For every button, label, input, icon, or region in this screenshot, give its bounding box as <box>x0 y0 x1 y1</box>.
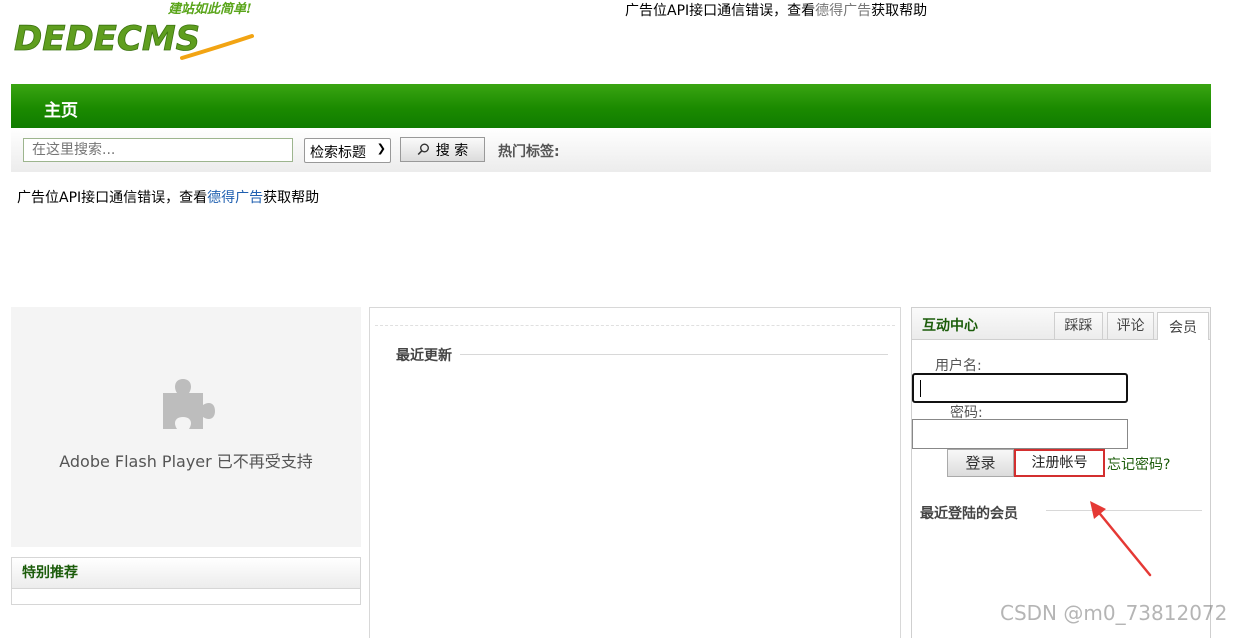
nav-home-link[interactable]: 主页 <box>44 96 78 121</box>
mid-ad-suffix: 获取帮助 <box>263 190 320 206</box>
search-input[interactable] <box>23 138 293 162</box>
recent-members-title: 最近登陆的会员 <box>920 506 1018 522</box>
username-label: 用户名: <box>935 358 982 374</box>
search-button[interactable]: 搜 索 <box>400 137 485 162</box>
csdn-watermark: CSDN @m0_73812072 <box>1000 601 1228 625</box>
text-caret <box>920 380 921 397</box>
search-type-select[interactable]: 检索标题 ❯ <box>304 138 391 163</box>
dedecms-logo[interactable]: 建站如此简单! DEDECMS <box>12 0 280 62</box>
mid-ad-link[interactable]: 德得广告 <box>207 190 263 206</box>
top-ad-link[interactable]: 德得广告 <box>815 3 871 19</box>
special-recommend-panel: 特别推荐 <box>11 557 361 605</box>
top-ad-text: 广告位API接口通信错误，查看 <box>625 3 816 19</box>
puzzle-piece-icon <box>163 379 215 429</box>
mid-ad-text: 广告位API接口通信错误，查看 <box>17 190 208 206</box>
login-button[interactable]: 登录 <box>947 449 1014 477</box>
register-button[interactable]: 注册帐号 <box>1014 449 1105 477</box>
search-icon <box>417 143 429 156</box>
mid-ad-notice: 广告位API接口通信错误，查看德得广告获取帮助 <box>17 187 319 207</box>
interactive-center-title: 互动中心 <box>922 318 978 334</box>
password-field[interactable] <box>912 419 1128 449</box>
dashed-divider <box>375 325 895 326</box>
interactive-center-panel: 互动中心 踩踩 评论 会员 用户名: 密码: 登录 注册帐号 忘记密码? 最近登… <box>911 307 1211 638</box>
annotation-arrow-icon <box>1090 501 1152 577</box>
tab-members[interactable]: 会员 <box>1157 312 1209 340</box>
hot-tags-label: 热门标签: <box>498 144 560 160</box>
flash-unsupported-message: Adobe Flash Player 已不再受支持 <box>59 452 313 471</box>
forgot-password-link[interactable]: 忘记密码? <box>1107 454 1170 474</box>
recent-updates-title: 最近更新 <box>382 345 460 365</box>
top-ad-notice: 广告位API接口通信错误，查看德得广告获取帮助 <box>625 0 927 20</box>
logo-slogan: 建站如此简单! <box>167 1 252 17</box>
chevron-down-icon: ❯ <box>376 142 386 155</box>
logo-text: DEDECMS <box>14 19 200 59</box>
top-ad-suffix: 获取帮助 <box>871 3 928 19</box>
special-recommend-title: 特别推荐 <box>12 558 360 589</box>
flash-placeholder: Adobe Flash Player 已不再受支持 <box>11 307 361 547</box>
search-button-label: 搜 索 <box>435 142 469 159</box>
search-bar: 检索标题 ❯ 搜 索 热门标签: <box>11 128 1211 172</box>
main-nav: 主页 <box>11 84 1211 128</box>
tab-comments[interactable]: 评论 <box>1107 312 1154 339</box>
tab-caicai[interactable]: 踩踩 <box>1054 312 1103 339</box>
username-field[interactable] <box>912 373 1128 403</box>
recent-updates-panel: 最近更新 <box>369 307 901 638</box>
search-type-value: 检索标题 <box>310 145 366 161</box>
